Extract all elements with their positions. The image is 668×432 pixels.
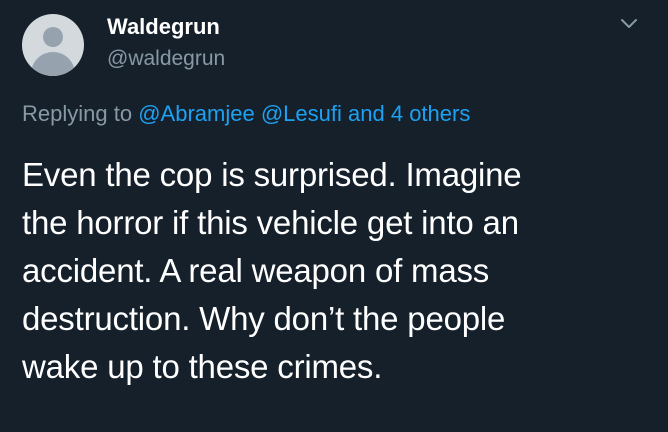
- tweet-text-line: accident. A real weapon of mass: [22, 252, 490, 289]
- mention-link-lesufi[interactable]: @Lesufi: [261, 101, 342, 126]
- chevron-down-icon[interactable]: [621, 17, 637, 29]
- avatar-head-shape: [43, 27, 63, 47]
- tweet-card: Waldegrun @waldegrun Replying to @Abramj…: [0, 0, 668, 432]
- tweet-text-line: the horror if this vehicle get into an: [22, 204, 519, 241]
- replying-to-line: Replying to @Abramjee @Lesufi and 4 othe…: [22, 101, 470, 127]
- tweet-text-line: wake up to these crimes.: [22, 348, 383, 385]
- replying-to-prefix: Replying to: [22, 101, 133, 126]
- mention-link-abramjee[interactable]: @Abramjee: [138, 101, 255, 126]
- tweet-text-line: destruction. Why don’t the people: [22, 300, 506, 337]
- avatar[interactable]: [22, 14, 84, 76]
- tweet-text: Even the cop is surprised. Imagine the h…: [22, 151, 652, 391]
- others-link[interactable]: 4 others: [391, 101, 471, 126]
- tweet-text-line: Even the cop is surprised. Imagine: [22, 156, 522, 193]
- author-display-name[interactable]: Waldegrun: [107, 14, 220, 40]
- author-handle[interactable]: @waldegrun: [107, 47, 225, 71]
- avatar-shoulders-shape: [31, 52, 75, 76]
- replying-connector[interactable]: and: [348, 101, 385, 126]
